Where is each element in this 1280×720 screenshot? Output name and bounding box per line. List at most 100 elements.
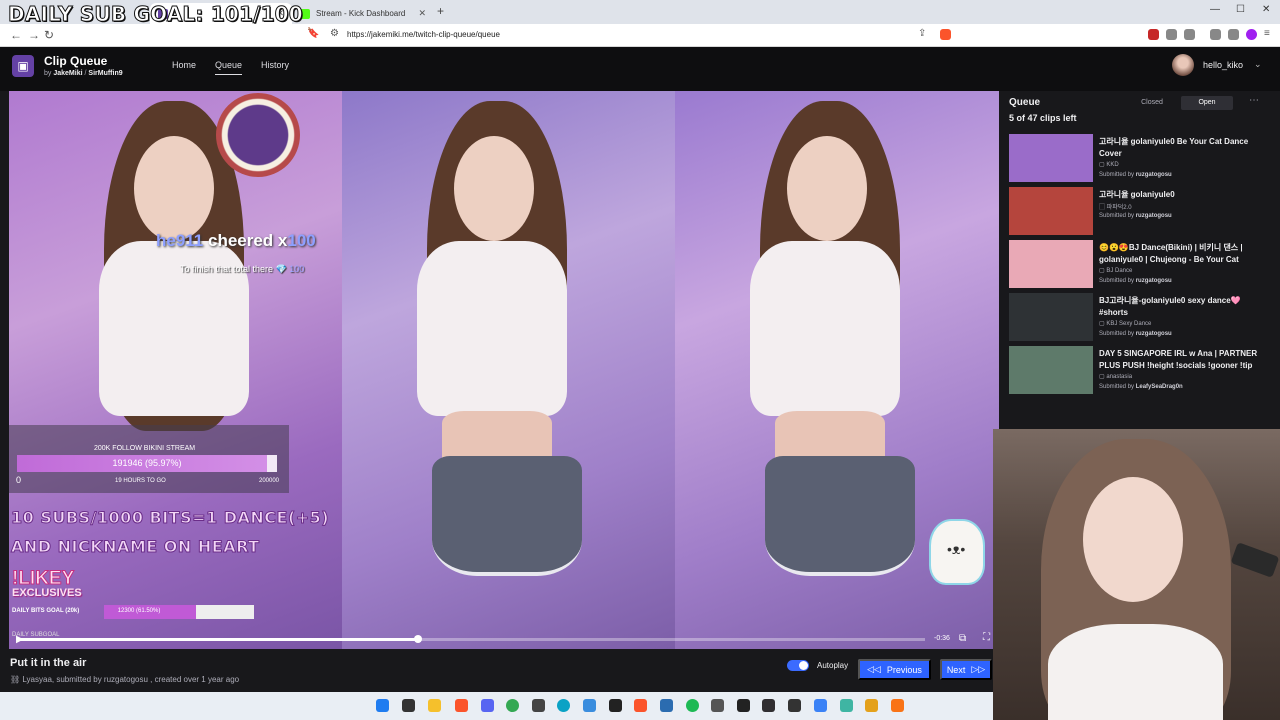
cheer-text: cheered x [203, 231, 288, 250]
profile-icon[interactable] [1246, 29, 1257, 40]
more-options-icon[interactable]: ⋯ [1249, 95, 1259, 106]
video-panel [342, 91, 675, 649]
app-icon[interactable] [609, 699, 622, 712]
fast-forward-icon: ▷▷ [971, 664, 986, 674]
maximize-icon[interactable]: ☐ [1236, 4, 1245, 15]
fullscreen-icon[interactable]: ⛶ [983, 632, 990, 643]
username[interactable]: hello_kiko [1203, 60, 1243, 70]
video-panel [9, 91, 342, 649]
picture-in-picture-icon[interactable]: ⧉ [959, 633, 966, 644]
clip-thumbnail [1009, 187, 1093, 235]
nav-history[interactable]: History [261, 60, 289, 70]
submitter-name: ruzgatogosu [1135, 331, 1172, 337]
browser-tab-kick[interactable]: Stream - Kick Dashboard ✕ [292, 3, 434, 24]
category-label: KBJ Sexy Dance [1106, 321, 1152, 327]
brave-icon[interactable] [455, 699, 468, 712]
tab-close-icon[interactable]: ✕ [418, 8, 426, 19]
cheer-message-amount: 100 [289, 264, 305, 274]
back-icon[interactable]: ← [10, 28, 22, 42]
extension-icon[interactable] [1166, 29, 1177, 40]
queue-item-title: DAY 5 SINGAPORE IRL w Ana | PARTNER PLUS… [1099, 349, 1258, 370]
app-icon[interactable] [711, 699, 724, 712]
autoplay-label: Autoplay [817, 661, 849, 670]
nav-home[interactable]: Home [172, 60, 196, 70]
reload-icon[interactable]: ↻ [44, 28, 54, 42]
discord-icon[interactable] [481, 699, 494, 712]
extension-icon[interactable] [1184, 29, 1195, 40]
follow-goal-max: 200000 [259, 478, 280, 484]
tab-label: Stream - Kick Dashboard [316, 9, 406, 18]
next-button[interactable]: Next ▷▷ [940, 659, 992, 680]
app-icon[interactable] [788, 699, 801, 712]
file-explorer-icon[interactable] [428, 699, 441, 712]
sub-goal-line: AND NICKNAME ON HEART [11, 537, 260, 557]
webcam-overlay [993, 429, 1280, 720]
chrome-icon[interactable] [506, 699, 519, 712]
task-view-icon[interactable] [402, 699, 415, 712]
app-icon[interactable] [840, 699, 853, 712]
edge-icon[interactable] [557, 699, 570, 712]
app-byline: by JakeMiki / SirMuffin9 [44, 70, 123, 77]
brave-icon[interactable] [634, 699, 647, 712]
submitted-prefix: Submitted by [1099, 213, 1135, 219]
author-link[interactable]: SirMuffin9 [88, 70, 122, 77]
queue-item[interactable]: DAY 5 SINGAPORE IRL w Ana | PARTNER PLUS… [1009, 346, 1275, 396]
clip-channel[interactable]: Lyasyaa [22, 675, 52, 684]
app-icon[interactable] [532, 699, 545, 712]
app-icon[interactable] [814, 699, 827, 712]
vlc-icon[interactable] [891, 699, 904, 712]
submitted-prefix: Submitted by [1099, 331, 1135, 337]
cheer-amount: 100 [287, 231, 316, 250]
clip-thumbnail [1009, 293, 1093, 341]
site-settings-icon[interactable]: ⚙ [330, 28, 339, 39]
queue-open-toggle[interactable]: Open [1181, 96, 1233, 110]
queue-item[interactable]: 😊😮😍BJ Dance(Bikini) | 비키니 댄스 | golaniyul… [1009, 240, 1275, 290]
app-icon[interactable] [583, 699, 596, 712]
daily-sub-goal-overlay: DAILY SUB GOAL: 101/100 [8, 2, 304, 27]
author-separator: / [84, 70, 87, 77]
bookmark-icon[interactable]: 🔖 [307, 28, 319, 39]
cheer-badge-icon [216, 93, 300, 177]
autoplay-toggle[interactable] [787, 660, 809, 671]
terminal-icon[interactable] [737, 699, 750, 712]
queue-item-category: ▢ 퍄퍄덕2.0 [1099, 205, 1132, 211]
cheer-message-text: To finish that total there [180, 264, 274, 274]
url-field[interactable]: https://jakemiki.me/twitch-clip-queue/qu… [347, 30, 500, 39]
new-tab-icon[interactable]: + [437, 4, 444, 18]
clip-title: Put it in the air [10, 657, 87, 669]
obs-icon[interactable] [762, 699, 775, 712]
next-label: Next [946, 664, 966, 675]
minimize-icon[interactable]: — [1210, 4, 1220, 15]
share-icon[interactable]: ⇪ [918, 28, 926, 39]
forward-icon[interactable]: → [28, 28, 40, 42]
clip-queue-logo-icon[interactable]: ▣ [12, 55, 34, 77]
queue-item[interactable]: 고라니율 golaniyule0 Be Your Cat Dance Cover… [1009, 134, 1275, 184]
app-icon[interactable] [660, 699, 673, 712]
nav-queue[interactable]: Queue [215, 60, 243, 75]
chevron-down-icon[interactable]: ⌄ [1254, 59, 1262, 70]
menu-icon[interactable]: ≡ [1264, 28, 1270, 39]
spotify-icon[interactable] [686, 699, 699, 712]
exclusives-label: EXCLUSIVES [12, 587, 82, 599]
cheer-username: he911 [156, 231, 204, 250]
cat-sticker-icon: •ᴥ• [929, 519, 985, 585]
sidebar-icon[interactable] [1228, 29, 1239, 40]
queue-closed-toggle[interactable]: Closed [1129, 96, 1175, 110]
screen: ✕ Stream - Kick Dashboard ✕ + — ☐ ✕ DAIL… [0, 0, 1280, 720]
app-icon[interactable] [865, 699, 878, 712]
video-player[interactable]: he911 cheered x100 To finish that total … [9, 91, 999, 649]
queue-item[interactable]: BJ고라니율-golaniyule0 sexy dance🩷 #shorts ▢… [1009, 293, 1275, 343]
window-close-icon[interactable]: ✕ [1262, 4, 1270, 15]
avatar[interactable] [1172, 54, 1194, 76]
music-icon[interactable] [1210, 29, 1221, 40]
queue-item[interactable]: 고라니율 golaniyule0 ▢ 퍄퍄덕2.0 Submitted by r… [1009, 187, 1275, 237]
previous-button[interactable]: ◁◁ Previous [858, 659, 931, 680]
seek-bar[interactable] [20, 635, 925, 643]
brave-shield-icon[interactable] [940, 29, 951, 40]
channel-icon: ⛓ [10, 675, 21, 684]
cheer-message: To finish that total there 💎 100 [180, 264, 305, 274]
author-link[interactable]: JakeMiki [53, 70, 82, 77]
start-icon[interactable] [376, 699, 389, 712]
extension-icon[interactable] [1148, 29, 1159, 40]
queue-item-category: ▢ KBJ Sexy Dance [1099, 321, 1152, 327]
